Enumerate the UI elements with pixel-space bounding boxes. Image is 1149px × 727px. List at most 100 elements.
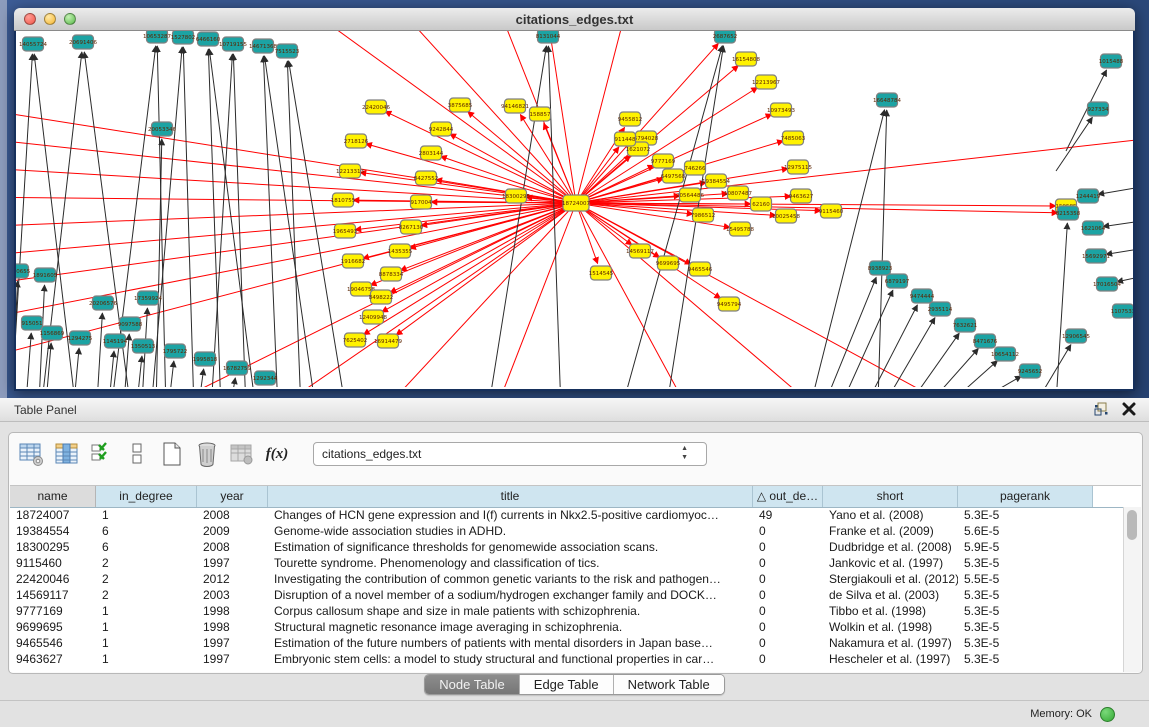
table-row[interactable]: 946362711997Embryonic stem cells: a mode… [10,651,1124,667]
graph-node[interactable]: 9463627 [789,189,814,203]
column-header-short[interactable]: short [823,486,958,507]
column-header-name[interactable]: name [10,486,96,507]
graph-node[interactable]: 8938923 [868,261,893,275]
graph-node[interactable]: 1350513 [131,339,156,353]
graph-node[interactable]: 915051 [22,316,43,330]
graph-node[interactable]: 2687652 [713,31,738,43]
graph-node[interactable]: 9245652 [1018,364,1043,378]
table-settings-icon[interactable] [19,441,45,467]
vertical-scrollbar[interactable] [1123,507,1141,672]
graph-node[interactable]: 9242844 [429,122,454,136]
graph-node[interactable]: 20206576 [89,296,117,310]
graph-node[interactable]: 1292344 [253,371,278,385]
graph-node[interactable]: 10654112 [991,347,1019,361]
table-row[interactable]: 977716911998Corpus callosum shape and si… [10,603,1124,619]
graph-node[interactable]: 1514545 [589,266,614,280]
graph-node[interactable]: 2718126 [344,134,369,148]
graph-node[interactable]: 1810755 [331,193,356,207]
graph-node[interactable]: 1916682 [341,254,366,268]
graph-node[interactable]: 911448 [615,132,636,146]
graph-node[interactable]: 1795722 [163,344,188,358]
graph-node[interactable]: 9455812 [618,112,643,126]
graph-node[interactable]: 16154808 [732,52,760,66]
graph-node[interactable]: 17016504 [1093,277,1121,291]
graph-node[interactable]: 6879197 [885,274,910,288]
graph-node[interactable]: 8427552 [414,171,439,185]
graph-node[interactable]: 1527802 [171,31,196,44]
graph-node[interactable]: 1621064 [1081,221,1106,235]
graph-node[interactable]: 10719155 [219,37,247,51]
table-row[interactable]: 2242004622012Investigating the contribut… [10,571,1124,587]
graph-node[interactable]: 14569117 [626,244,654,258]
graph-node[interactable]: 18724007 [562,195,590,211]
graph-node[interactable]: 20691406 [69,35,97,49]
graph-node[interactable]: 8498222 [369,290,394,304]
graph-node[interactable]: 1015488 [1099,54,1124,68]
graph-node[interactable]: 16648784 [873,93,901,107]
table-row[interactable]: 911546021997Tourette syndrome. Phenomeno… [10,555,1124,571]
graph-node[interactable]: 7515523 [275,44,300,58]
close-panel-icon[interactable] [1121,401,1137,417]
table-row[interactable]: 1938455462009Genome-wide association stu… [10,523,1124,539]
graph-node[interactable]: 9699695 [656,256,681,270]
select-columns-icon[interactable] [89,441,115,467]
graph-node[interactable]: 8131044 [536,31,561,43]
tab-network-table[interactable]: Network Table [614,675,724,694]
graph-node[interactable]: 12409948 [359,310,387,324]
graph-node[interactable]: 2120655 [16,264,31,278]
float-panel-icon[interactable] [1093,401,1109,417]
graph-node[interactable]: 2803144 [419,146,444,160]
graph-node[interactable]: 8878334 [379,267,404,281]
table-row[interactable]: 1872400712008Changes of HCN gene express… [10,507,1124,523]
graph-node[interactable]: 1294275 [68,331,93,345]
graph-node[interactable]: 94146821 [501,99,529,113]
graph-node[interactable]: 15495788 [726,222,754,236]
graph-node[interactable]: 10025458 [772,209,800,223]
graph-node[interactable]: 12213313 [336,164,364,178]
graph-node[interactable]: 3875685 [448,98,473,112]
graph-node[interactable]: 18300295 [502,189,530,203]
graph-node[interactable]: 20053346 [148,122,176,136]
graph-node[interactable]: 1107533 [1111,304,1133,318]
graph-node[interactable]: 12975115 [784,160,812,174]
graph-node[interactable]: 1965493 [333,224,358,238]
graph-node[interactable]: 7986512 [691,208,716,222]
graph-node[interactable]: 9474444 [910,289,935,303]
graph-node[interactable]: 8471676 [973,334,998,348]
graph-node[interactable]: 6466160 [196,32,221,46]
column-header-in_degree[interactable]: in_degree [96,486,197,507]
table-row[interactable]: 946554611997Estimation of the future num… [10,635,1124,651]
graph-node[interactable]: 9115460 [819,204,844,218]
table-row[interactable]: 969969511998Structural magnetic resonanc… [10,619,1124,635]
graph-node[interactable]: 7625402 [343,333,368,347]
graph-node[interactable]: 927334 [1088,102,1109,116]
graph-node[interactable]: 12213967 [752,75,780,89]
graph-node[interactable]: 10973493 [767,103,795,117]
graph-node[interactable]: 17359924 [134,291,162,305]
graph-node[interactable]: 22420046 [362,100,390,114]
graph-node[interactable]: 62160 [751,197,772,211]
graph-node[interactable]: 1156869 [40,326,65,340]
graph-node[interactable]: 1891605 [33,268,58,282]
graph-node[interactable]: 9465546 [688,262,713,276]
graph-node[interactable]: 12906545 [1062,329,1090,343]
graph-node[interactable]: 746266 [685,161,706,175]
network-canvas[interactable]: 18300295 22420046 2718126 12213313 1810755 19… [14,31,1135,391]
graph-node[interactable]: 14671368 [249,39,277,53]
graph-node[interactable]: 7485063 [781,131,806,145]
scrollbar-thumb[interactable] [1127,510,1137,540]
tab-edge-table[interactable]: Edge Table [520,675,614,694]
tab-node-table[interactable]: Node Table [425,675,520,694]
graph-node[interactable]: 917004 [411,195,432,209]
column-header-out_de[interactable]: △ out_de… [753,486,823,507]
graph-node[interactable]: 1435355 [388,244,413,258]
delete-table-icon[interactable] [194,441,220,467]
graph-node[interactable]: 10807487 [724,186,752,200]
graph-node[interactable]: 9097588 [118,317,143,331]
graph-node[interactable]: 1995818 [193,352,218,366]
graph-node[interactable]: 158857 [530,107,551,121]
graph-node[interactable]: 1145194 [103,334,128,348]
graph-node[interactable]: 14055724 [19,37,47,51]
graph-node[interactable]: 19384554 [702,174,730,188]
graph-node[interactable]: 9495794 [717,297,742,311]
